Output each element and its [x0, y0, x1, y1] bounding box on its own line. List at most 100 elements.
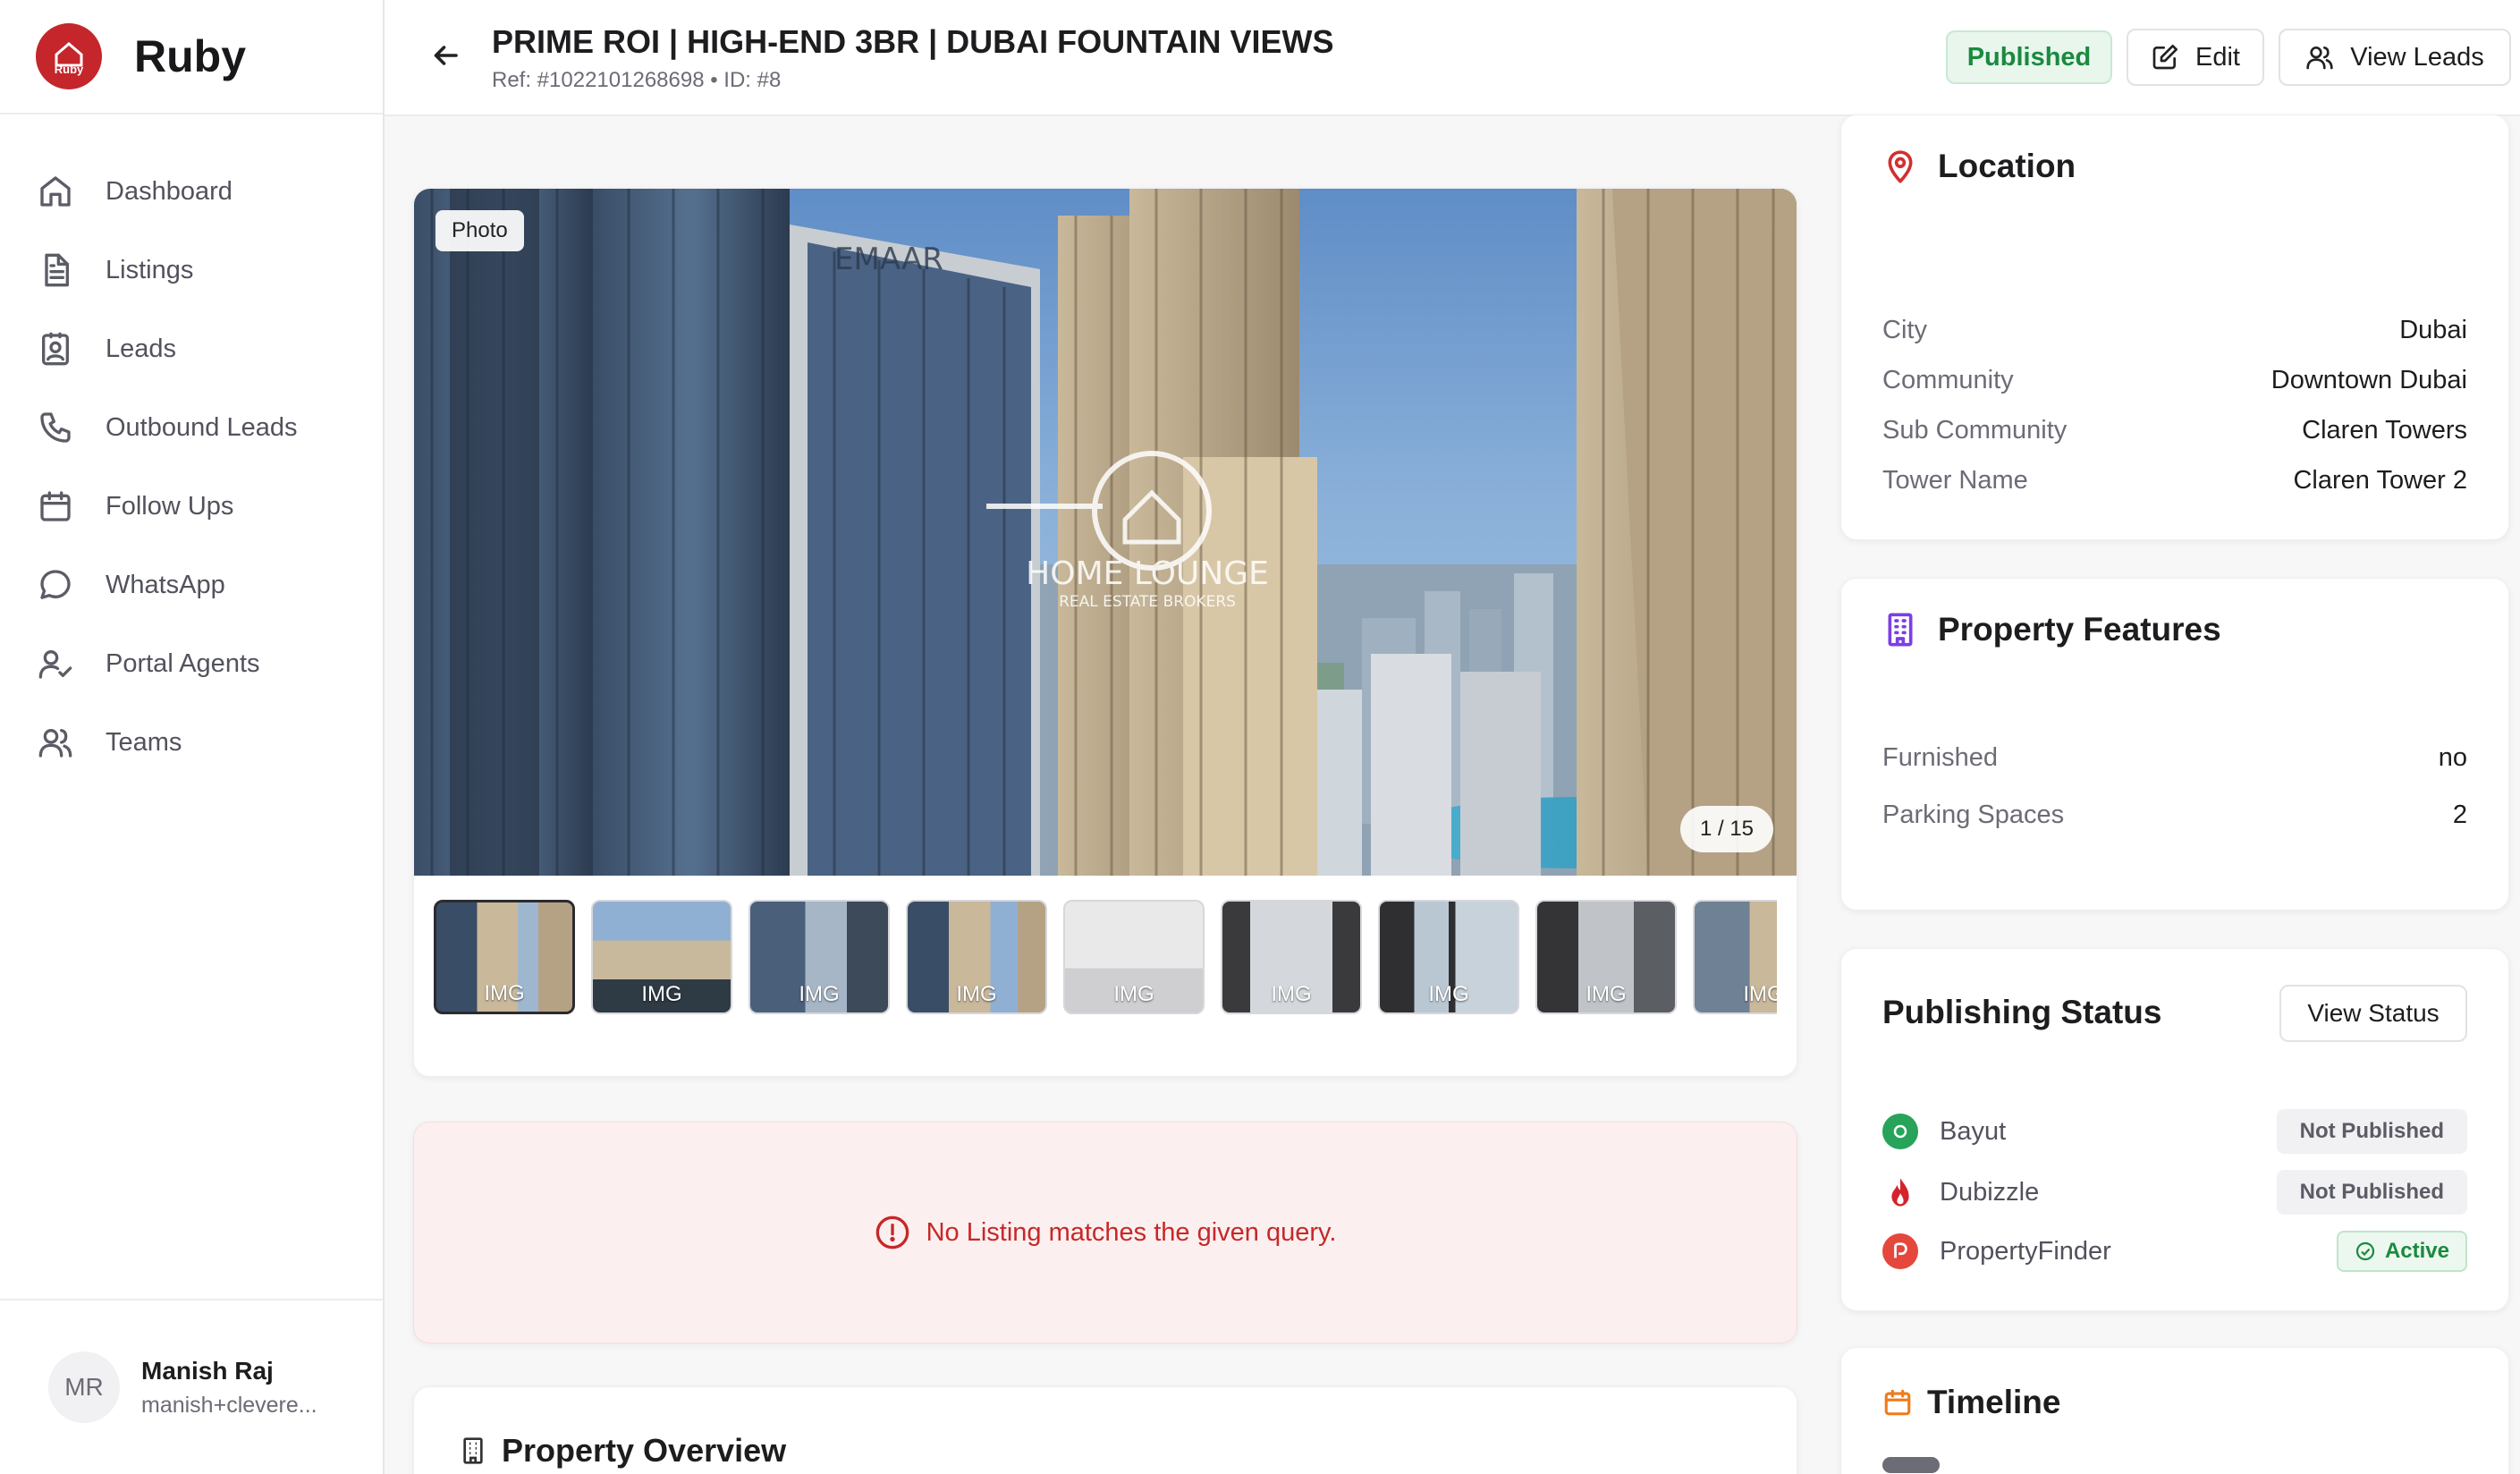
- section-title: Location: [1938, 148, 2076, 184]
- edit-button[interactable]: Edit: [2127, 29, 2264, 86]
- alert-circle-icon: [875, 1216, 909, 1250]
- timeline-indicator: [1882, 1457, 1940, 1473]
- portal-row-dubizzle: Dubizzle Not Published: [1882, 1169, 2467, 1216]
- portal-row-propertyfinder: PropertyFinder Active: [1882, 1228, 2467, 1275]
- location-row: City Dubai: [1882, 316, 2467, 344]
- section-title: Publishing Status: [1882, 994, 2162, 1030]
- sidebar-item-label: Portal Agents: [106, 648, 260, 678]
- location-row: Tower Name Claren Tower 2: [1882, 466, 2467, 495]
- sidebar-item-portal-agents[interactable]: Portal Agents: [36, 624, 358, 703]
- status-badge: Not Published: [2276, 1170, 2467, 1215]
- thumbnail[interactable]: IMG: [748, 900, 890, 1014]
- thumbnail[interactable]: IMG: [1378, 900, 1519, 1014]
- sidebar-item-whatsapp[interactable]: WhatsApp: [36, 546, 358, 624]
- thumbnail[interactable]: IMG: [1221, 900, 1362, 1014]
- view-status-button[interactable]: View Status: [2279, 985, 2467, 1042]
- thumbnail[interactable]: IMG: [906, 900, 1047, 1014]
- map-pin-icon: [1888, 150, 1913, 183]
- thumbnail-label: IMG: [1428, 982, 1469, 1006]
- city-skyline-image: EMAAR HOME LOUNGE REAL ESTATE BROKERS: [414, 189, 1797, 876]
- phone-icon: [36, 408, 75, 447]
- user-email: manish+clevere...: [141, 1392, 317, 1418]
- property-overview-card: Property Overview: [413, 1386, 1797, 1474]
- sidebar-item-label: Teams: [106, 727, 182, 757]
- publishing-status-card: Publishing Status View Status Bayut Not …: [1840, 948, 2509, 1311]
- calendar-icon: [1884, 1389, 1911, 1416]
- property-features-card: Property Features Furnished no Parking Sp…: [1840, 578, 2509, 911]
- thumbnail-label: IMG: [1743, 982, 1777, 1006]
- status-badge: Not Published: [2276, 1109, 2467, 1154]
- document-icon: [36, 250, 75, 290]
- thumbnail-label: IMG: [641, 982, 682, 1006]
- sidebar-item-label: Listings: [106, 255, 194, 284]
- users-icon: [2306, 47, 2333, 70]
- user-profile[interactable]: MR Manish Raj manish+clevere...: [0, 1299, 383, 1474]
- watermark-text: HOME LOUNGE: [1026, 555, 1269, 592]
- building-icon: [1888, 613, 1913, 647]
- edit-button-label: Edit: [2195, 42, 2240, 72]
- sidebar-item-label: WhatsApp: [106, 570, 225, 599]
- user-name: Manish Raj: [141, 1356, 274, 1385]
- thumbnail[interactable]: IMG: [1063, 900, 1205, 1014]
- propertyfinder-logo-icon: [1882, 1233, 1918, 1269]
- thumbnail-label: IMG: [1113, 982, 1154, 1006]
- portal-name: Dubizzle: [1940, 1177, 2040, 1207]
- portal-name: PropertyFinder: [1940, 1236, 2111, 1266]
- section-title: Property Overview: [502, 1432, 787, 1469]
- thumbnail[interactable]: IMG: [1535, 900, 1677, 1014]
- ruby-logo-icon: Ruby: [36, 23, 102, 89]
- check-circle-icon: [2355, 1241, 2375, 1261]
- home-icon: [36, 172, 75, 211]
- brand-name: Ruby: [134, 31, 246, 81]
- thumbnail-label: IMG: [799, 982, 840, 1006]
- logo-text: Ruby: [54, 62, 84, 76]
- thumbnail[interactable]: IMG: [1693, 900, 1777, 1014]
- thumbnail-label: IMG: [956, 982, 997, 1006]
- contact-card-icon: [36, 329, 75, 368]
- sidebar-item-label: Dashboard: [106, 176, 233, 206]
- photo-gallery: EMAAR HOME LOUNGE REAL ESTATE BROKERS Ph…: [413, 188, 1797, 1077]
- page-header: PRIME ROI | HIGH-END 3BR | DUBAI FOUNTAI…: [385, 0, 2520, 116]
- building-sign: EMAAR: [834, 241, 943, 277]
- sidebar-item-label: Leads: [106, 334, 177, 363]
- building-icon: [463, 1437, 483, 1464]
- sidebar-item-listings[interactable]: Listings: [36, 231, 358, 309]
- thumbnail-label: IMG: [484, 981, 525, 1005]
- brand[interactable]: Ruby Ruby: [0, 0, 383, 114]
- main-photo[interactable]: EMAAR HOME LOUNGE REAL ESTATE BROKERS Ph…: [414, 189, 1797, 876]
- section-title: Timeline: [1927, 1384, 2061, 1420]
- bayut-logo-icon: [1882, 1114, 1918, 1149]
- dubizzle-logo-icon: [1882, 1174, 1918, 1210]
- thumbnail-label: IMG: [1271, 982, 1312, 1006]
- sidebar-item-follow-ups[interactable]: Follow Ups: [36, 467, 358, 546]
- sidebar-item-outbound-leads[interactable]: Outbound Leads: [36, 388, 358, 467]
- sidebar-item-label: Outbound Leads: [106, 412, 298, 442]
- user-check-icon: [36, 644, 75, 683]
- thumbnail[interactable]: IMG: [434, 900, 575, 1014]
- photo-tag: Photo: [436, 210, 524, 251]
- sidebar-item-dashboard[interactable]: Dashboard: [36, 152, 358, 231]
- listing-reference: Ref: #1022101268698 • ID: #8: [492, 68, 782, 92]
- error-message: No Listing matches the given query.: [926, 1217, 1337, 1247]
- thumbnail-label: IMG: [1586, 982, 1627, 1006]
- chat-icon: [36, 565, 75, 605]
- back-arrow-icon[interactable]: [429, 39, 465, 75]
- feature-row: Parking Spaces 2: [1882, 801, 2467, 829]
- portal-name: Bayut: [1940, 1116, 2007, 1146]
- timeline-card: Timeline: [1840, 1347, 2509, 1474]
- thumbnail-strip: IMG IMG IMG IMG IMG IMG IMG IMG IMG: [434, 900, 1777, 1016]
- avatar: MR: [48, 1351, 120, 1423]
- watermark-subtext: REAL ESTATE BROKERS: [1059, 593, 1236, 611]
- location-row: Sub Community Claren Towers: [1882, 416, 2467, 445]
- sidebar-item-leads[interactable]: Leads: [36, 309, 358, 388]
- thumbnail[interactable]: IMG: [591, 900, 732, 1014]
- location-row: Community Downtown Dubai: [1882, 366, 2467, 394]
- section-title: Property Features: [1938, 611, 2221, 648]
- calendar-icon: [36, 487, 75, 526]
- error-alert: No Listing matches the given query.: [413, 1122, 1797, 1343]
- edit-icon: [2152, 45, 2178, 70]
- view-leads-button[interactable]: View Leads: [2279, 29, 2511, 86]
- sidebar-item-teams[interactable]: Teams: [36, 703, 358, 782]
- sidebar-item-label: Follow Ups: [106, 491, 234, 521]
- status-badge: Published: [1946, 30, 2112, 84]
